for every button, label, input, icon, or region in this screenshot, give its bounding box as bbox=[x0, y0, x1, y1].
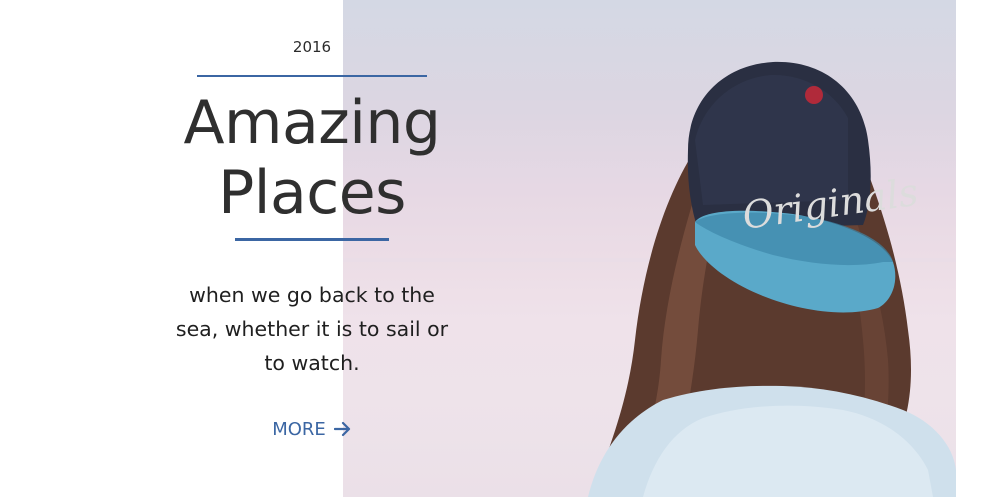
title-line-1: Amazing bbox=[183, 88, 441, 158]
title-line-2: Places bbox=[218, 158, 406, 228]
hero-photo: Originals bbox=[343, 0, 956, 497]
bottom-divider bbox=[235, 238, 389, 241]
year-label: 2016 bbox=[292, 38, 332, 56]
more-link[interactable]: MORE bbox=[262, 415, 362, 443]
tagline-line-3: to watch. bbox=[264, 351, 360, 375]
tagline-line-2: sea, whether it is to sail or bbox=[175, 317, 449, 341]
photo-illustration: Originals bbox=[343, 61, 956, 497]
page-title: Amazing Places bbox=[120, 88, 504, 228]
top-divider bbox=[197, 75, 427, 77]
tagline-line-1: when we go back to the bbox=[189, 283, 435, 307]
more-label: MORE bbox=[272, 418, 326, 440]
tagline: when we go back to the sea, whether it i… bbox=[152, 278, 472, 380]
arrow-right-icon bbox=[333, 421, 352, 437]
right-gutter bbox=[956, 0, 992, 497]
